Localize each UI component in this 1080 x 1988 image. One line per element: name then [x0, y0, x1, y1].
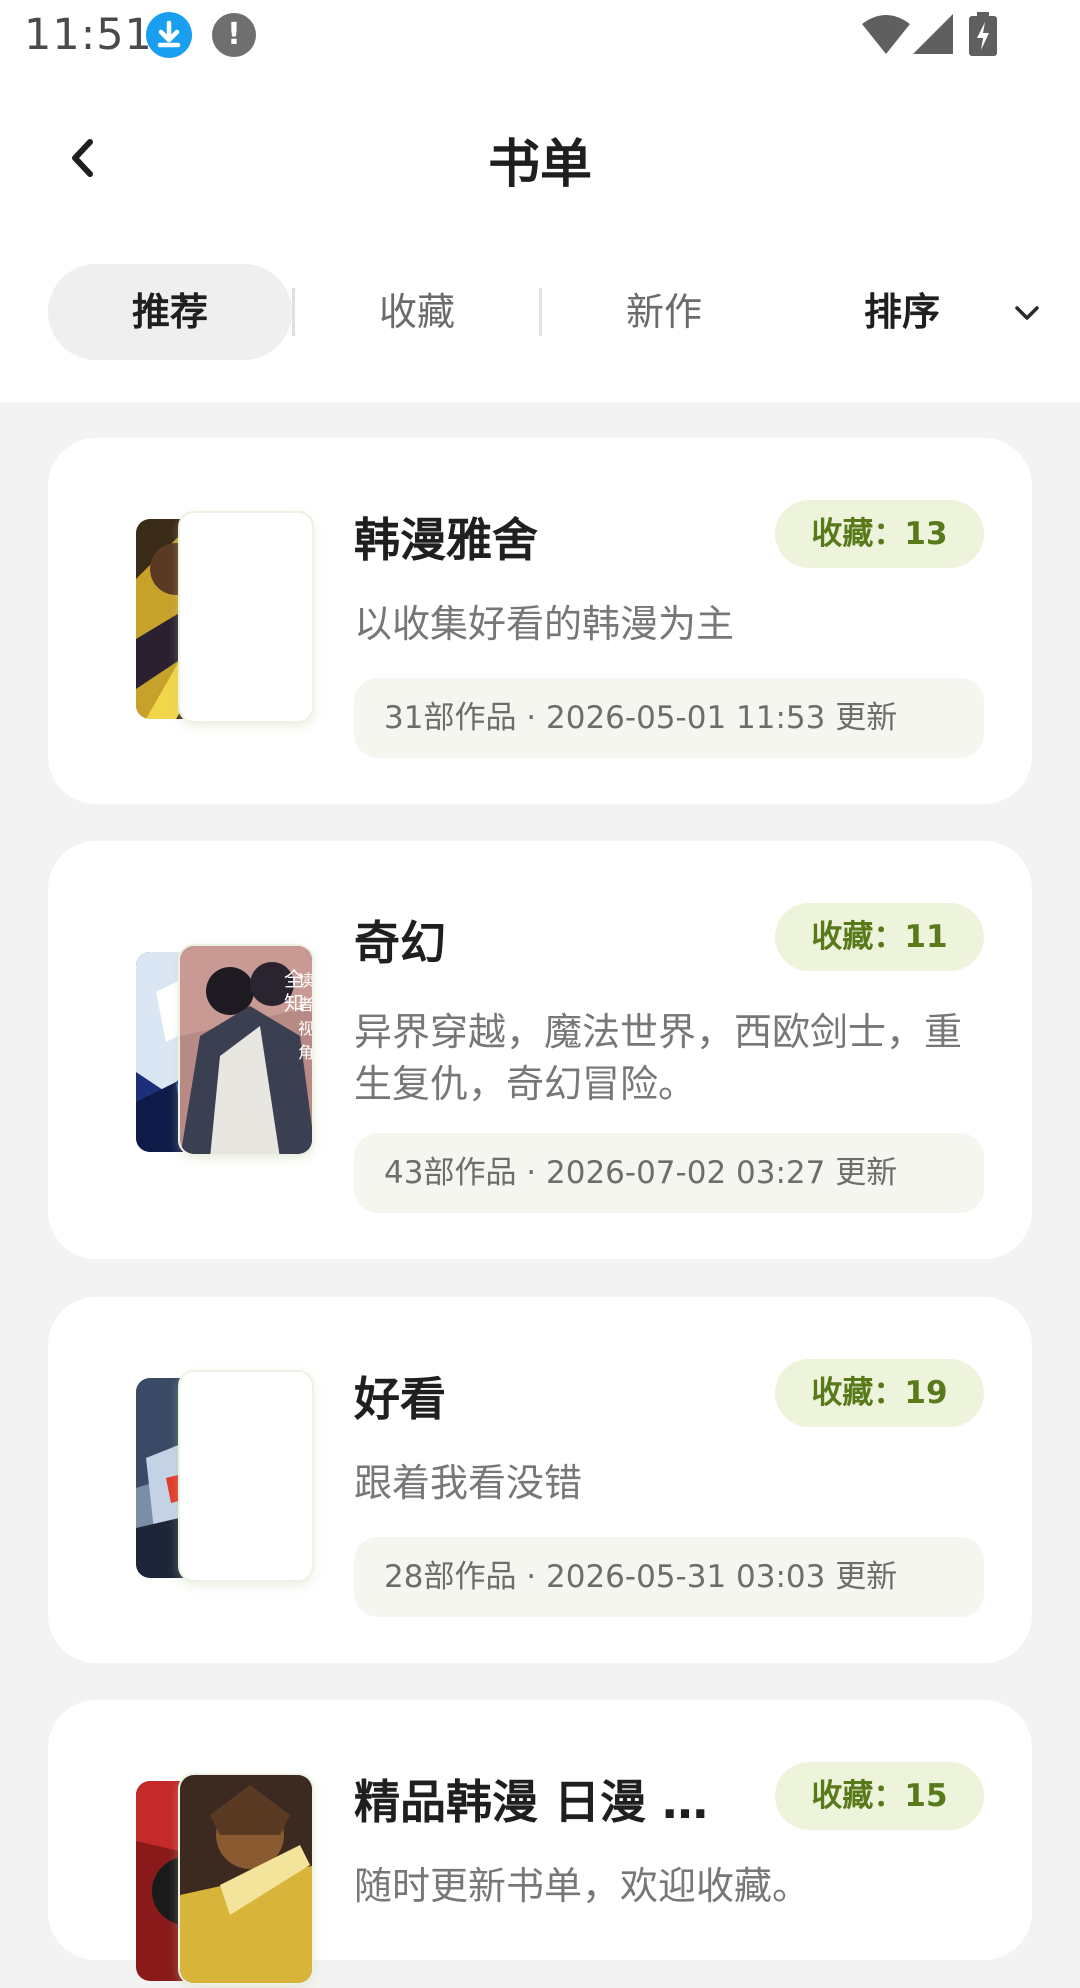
sort-label: 排序: [864, 290, 941, 334]
cover-stack: [136, 511, 316, 726]
booklist-title: 奇幻: [354, 916, 446, 970]
cover-image-placeholder: [178, 511, 314, 723]
tab-new[interactable]: 新作: [542, 264, 786, 360]
cover-stack: [136, 1370, 316, 1585]
booklist-meta: 43部作品 · 2026-07-02 03:27 更新: [354, 1133, 984, 1213]
cover-text: 者: [298, 995, 314, 1014]
top-bar-area: 11:51 ! 书单 推荐 收藏 新作 排序: [0, 0, 1080, 402]
tab-bar: 推荐 收藏 新作 排序: [48, 264, 1039, 360]
tab-favorites[interactable]: 收藏: [295, 264, 539, 360]
booklist-card[interactable]: 好看 收藏：19 跟着我看没错 28部作品 · 2026-05-31 03:03…: [48, 1297, 1032, 1663]
alert-icon: !: [212, 13, 256, 57]
sort-button[interactable]: 排序: [864, 264, 1039, 360]
booklist-description: 随时更新书单，欢迎收藏。: [354, 1864, 811, 1908]
booklist-description: 以收集好看的韩漫为主: [354, 602, 735, 646]
booklist-description: 异界穿越，魔法世界，西欧剑士，重生复仇，奇幻冒险。: [354, 1010, 963, 1106]
status-time: 11:51: [24, 10, 153, 60]
booklist-card[interactable]: 全 知 读 者 视 角 奇幻 收藏：11 异界穿越，魔法世界，西欧剑士，重生复仇…: [48, 841, 1032, 1259]
cover-stack: [136, 1773, 316, 1988]
favorite-count-badge: 收藏：11: [775, 903, 984, 971]
cover-stack: 全 知 读 者 视 角: [136, 944, 316, 1159]
cover-text: 视: [298, 1019, 314, 1038]
cover-image-placeholder: [178, 1370, 314, 1582]
booklist-title: 精品韩漫 日漫 国…: [354, 1775, 754, 1829]
chevron-down-icon: [1015, 306, 1039, 320]
cover-image: [178, 1773, 314, 1985]
cover-text: 读: [298, 971, 314, 990]
booklist-title: 韩漫雅舍: [354, 513, 538, 567]
wifi-icon: [862, 14, 910, 58]
booklist-meta: 31部作品 · 2026-05-01 11:53 更新: [354, 678, 984, 758]
booklist-card[interactable]: 韩漫雅舍 收藏：13 以收集好看的韩漫为主 31部作品 · 2026-05-01…: [48, 438, 1032, 804]
battery-charging-icon: [968, 12, 998, 60]
signal-icon: [913, 14, 953, 58]
booklist-title: 好看: [354, 1372, 446, 1426]
favorite-count-badge: 收藏：13: [775, 500, 984, 568]
favorite-count-badge: 收藏：19: [775, 1359, 984, 1427]
tab-recommend[interactable]: 推荐: [48, 264, 292, 360]
status-bar: 11:51 !: [0, 0, 1080, 72]
cover-text: 角: [298, 1043, 314, 1062]
download-icon: [146, 12, 192, 58]
booklist-card[interactable]: 精品韩漫 日漫 国… 收藏：15 随时更新书单，欢迎收藏。: [48, 1700, 1032, 1985]
booklist-meta: 28部作品 · 2026-05-31 03:03 更新: [354, 1537, 984, 1617]
page-title: 书单: [487, 135, 592, 195]
booklist-description: 跟着我看没错: [354, 1461, 583, 1505]
favorite-count-badge: 收藏：15: [775, 1762, 984, 1830]
cover-image: 全 知 读 者 视 角: [178, 944, 314, 1156]
